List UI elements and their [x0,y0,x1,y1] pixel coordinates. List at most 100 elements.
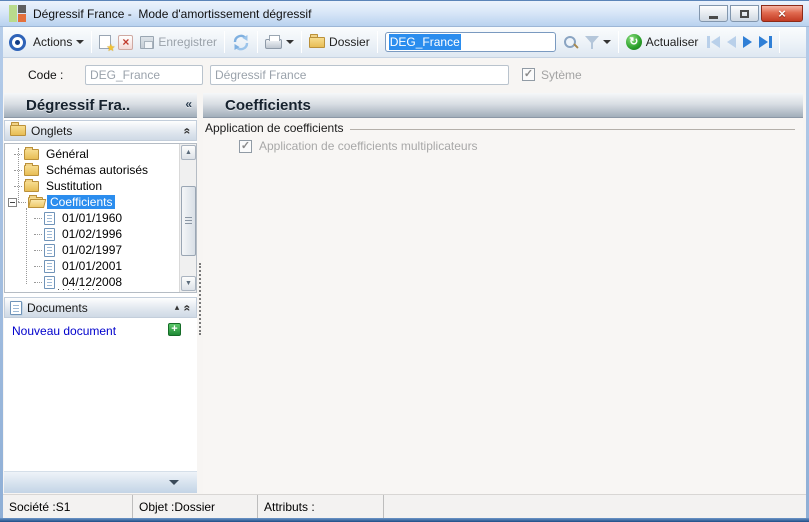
collapse-panel-icon[interactable]: « [185,97,192,111]
toolbar-separator [91,31,93,53]
save-button: Enregistrer [140,35,217,49]
tree-scrollbar[interactable]: ▲ ▼ [179,144,196,292]
systeme-label: Sytème [541,68,582,82]
next-record-button[interactable] [743,36,753,48]
tree-item-label[interactable]: 01/02/1997 [59,243,125,257]
multiplier-checkbox-label: Application de coefficients multiplicate… [259,139,478,153]
scroll-down-button[interactable]: ▼ [181,276,196,291]
add-document-button[interactable]: + [168,323,181,336]
code-label: Code : [28,68,64,82]
status-empty [384,495,806,519]
tree-item-label[interactable]: Schémas autorisés [43,163,151,177]
tree-connector [34,217,42,219]
actions-menu-button[interactable]: Actions [33,35,85,49]
coefficients-groupbox: Application de coefficients [205,121,795,135]
search-icon[interactable] [563,35,578,50]
onglets-section-bar[interactable]: Onglets « [4,120,197,141]
filter-button[interactable] [584,35,611,50]
tree-item-label[interactable]: 01/01/2001 [59,259,125,273]
status-bar: Société :S1 Objet :Dossier Attributs : [3,494,806,519]
last-record-button[interactable] [759,36,773,48]
title-bar: Dégressif France - Mode d'amortissement … [0,1,809,27]
tree-connector [34,281,42,283]
tree-item[interactable]: Coefficients [5,194,179,210]
search-input-value: DEG_France [388,34,461,50]
page-title: Coefficients [225,96,311,114]
actions-label: Actions [33,35,73,49]
maximize-button[interactable] [730,5,759,22]
new-document-row: Nouveau document + [4,321,197,341]
folder-icon [24,178,39,192]
window-title: Dégressif France - Mode d'amortissement … [33,6,312,21]
minimize-button[interactable] [699,5,728,22]
name-field: Dégressif France [210,65,509,85]
toolbar-separator [257,31,259,53]
tree-item-label[interactable]: Sustitution [43,179,105,193]
tree-item-label[interactable]: 01/01/1960 [59,211,125,225]
toolbar-separator [301,31,303,53]
delete-button[interactable]: × [118,34,134,50]
content-header: Coefficients [203,93,803,118]
scroll-up-button[interactable]: ▲ [181,145,196,160]
tree-item[interactable]: 01/01/1960 [5,210,179,226]
scrollbar-thumb[interactable] [181,186,196,256]
collapse-section-icon[interactable]: « [181,304,195,311]
left-sidebar: Dégressif Fra.. « Onglets « Général Sché… [4,93,197,493]
collapse-section-icon[interactable]: « [181,127,195,134]
funnel-icon [584,35,599,50]
tree-item[interactable]: 01/02/1997 [5,242,179,258]
tree-connector [14,185,22,187]
folder-icon [24,146,39,160]
folder-open-icon [28,194,43,208]
status-objet: Objet :Dossier [133,495,258,519]
new-document-link[interactable]: Nouveau document [12,324,116,338]
groupbox-line [349,129,795,130]
app-window: Dégressif France - Mode d'amortissement … [0,0,809,522]
actualiser-button[interactable]: ↻ Actualiser [625,34,698,50]
tree-connector [34,249,42,251]
sidebar-title: Dégressif Fra.. [26,96,131,114]
record-form-row: Code : DEG_France Dégressif France ✓ Syt… [3,58,806,93]
multiplier-checkbox-row: ✓ Application de coefficients multiplica… [239,139,478,153]
tree-item-label[interactable]: Général [43,147,92,161]
refresh-button[interactable] [232,34,250,51]
save-label: Enregistrer [158,35,218,49]
status-objet-text: Objet :Dossier [139,500,216,514]
refresh-icon [233,34,249,50]
sidebar-header: Dégressif Fra.. « [4,93,197,118]
panel-splitter-handle[interactable] [199,263,201,335]
close-button[interactable]: × [761,5,803,22]
systeme-checkbox: ✓ [522,68,535,81]
documents-section-bar[interactable]: Documents ▴ « [4,297,197,318]
chevron-down-icon[interactable] [169,480,179,485]
tree-item[interactable]: Général [5,146,179,162]
first-record-button [707,36,721,48]
document-icon [44,211,55,225]
collapse-toggle-icon[interactable] [8,197,17,207]
toolbar-separator [224,31,226,53]
tree-item-label[interactable]: 01/02/1996 [59,227,125,241]
app-logo-icon [9,5,26,22]
new-button[interactable]: ★ [99,35,115,54]
print-button[interactable] [265,35,295,49]
move-up-icon[interactable]: ▴ [175,302,180,313]
dossier-button[interactable]: Dossier [309,33,370,49]
tree-item[interactable]: Sustitution [5,178,179,194]
onglets-tree: Général Schémas autorisés Sustitution Co… [4,143,197,293]
document-icon [44,259,55,273]
sidebar-bottom-bar [4,471,197,493]
folder-icon [10,122,26,136]
search-input[interactable]: DEG_France [384,32,556,52]
dossier-label: Dossier [329,35,370,49]
onglets-label: Onglets [31,123,73,138]
save-icon [140,35,155,49]
tree-connector [18,201,26,203]
tree-item[interactable]: 01/02/1996 [5,226,179,242]
toolbar-separator [376,31,378,53]
tree-item[interactable]: Schémas autorisés [5,162,179,178]
minimize-icon [709,15,718,19]
printer-icon [265,35,283,49]
tree-item[interactable]: 01/01/2001 [5,258,179,274]
status-societe: Société :S1 [3,495,133,519]
tree-item-label[interactable]: Coefficients [47,195,116,209]
